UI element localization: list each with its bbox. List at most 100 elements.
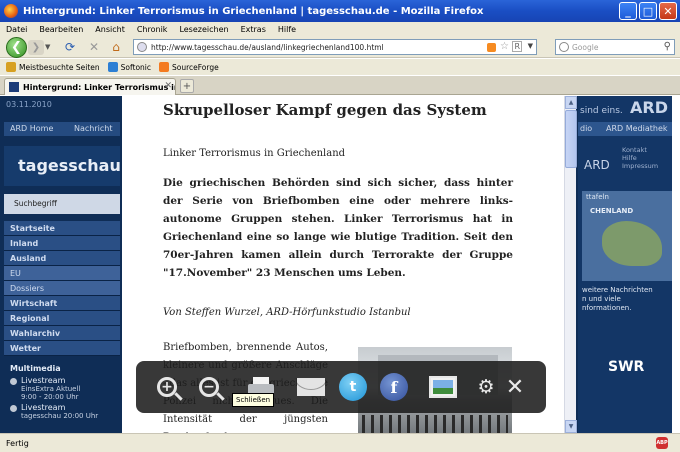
bg-claim: sind eins.: [580, 106, 623, 116]
bg-kontakt-links: Kontakt Hilfe Impressum: [622, 146, 658, 170]
tab-bar: Hintergrund: Linker Terrorismus in G... …: [0, 76, 680, 95]
bookmark-star-icon[interactable]: ☆: [500, 41, 509, 52]
bg-menu-wahlarchiv[interactable]: Wahlarchiv: [4, 326, 120, 341]
bg-logo[interactable]: tagesschau: [4, 146, 121, 186]
zoom-in-button[interactable]: +: [152, 372, 182, 402]
reload-icon[interactable]: ⟳: [62, 40, 78, 54]
google-icon: [559, 42, 569, 52]
twitter-icon: t: [339, 373, 367, 401]
reader-icon[interactable]: R: [512, 41, 522, 52]
livestream-sub: tagesschau 20:00 Uhr: [21, 412, 99, 420]
menu-lesezeichen[interactable]: Lesezeichen: [179, 25, 228, 34]
back-button[interactable]: ❮: [6, 37, 27, 58]
tab-close-icon[interactable]: ✕: [164, 81, 172, 91]
mail-button[interactable]: [296, 372, 326, 402]
bg-menu-eu[interactable]: EU: [4, 266, 120, 281]
menu-bar: Datei Bearbeiten Ansicht Chronik Lesezei…: [0, 22, 680, 36]
bg-link-kontakt[interactable]: Kontakt: [622, 146, 658, 154]
folder-icon: [6, 62, 16, 72]
window-controls: _ □ ✕: [619, 2, 677, 20]
bg-nav-nachrichten[interactable]: Nachricht: [74, 124, 112, 133]
bg-menu-wetter[interactable]: Wetter: [4, 341, 120, 356]
gear-icon: ⚙: [477, 376, 495, 398]
zoom-out-button[interactable]: −: [194, 372, 224, 402]
scroll-thumb[interactable]: [565, 110, 577, 168]
new-tab-button[interactable]: +: [180, 79, 194, 93]
menu-ansicht[interactable]: Ansicht: [95, 25, 125, 34]
mail-icon: [297, 378, 325, 396]
tagesschau-favicon-icon: [9, 82, 19, 92]
url-dropdown-icon[interactable]: ▼: [528, 42, 533, 50]
history-dropdown-icon[interactable]: ▼: [45, 43, 50, 51]
bg-search-field[interactable]: Suchbegriff: [4, 194, 120, 214]
bg-livestream-1[interactable]: Livestream EinsExtra Aktuell 9:00 - 20:0…: [10, 376, 120, 401]
home-icon[interactable]: ⌂: [108, 40, 124, 54]
menu-chronik[interactable]: Chronik: [137, 25, 168, 34]
bg-ard-logo[interactable]: ARD: [630, 98, 668, 117]
close-reader-button[interactable]: ✕: [500, 372, 530, 402]
vertical-scrollbar[interactable]: ▲ ▼: [564, 96, 577, 433]
bg-menu-dossiers[interactable]: Dossiers: [4, 281, 120, 296]
tab-active[interactable]: Hintergrund: Linker Terrorismus in G... …: [4, 78, 176, 95]
bg-menu-inland[interactable]: Inland: [4, 236, 120, 251]
article-author: Von Steffen Wurzel, ARD-Hörfunkstudio Is…: [163, 307, 411, 318]
bg-menu-ausland[interactable]: Ausland: [4, 251, 120, 266]
scroll-up-icon[interactable]: ▲: [565, 96, 577, 109]
stop-icon[interactable]: ✕: [86, 40, 102, 54]
bg-menu-regional[interactable]: Regional: [4, 311, 120, 326]
bg-link-impressum[interactable]: Impressum: [622, 162, 658, 170]
bg-nav-mediathek[interactable]: ARD Mediathek: [606, 124, 668, 133]
picture-button[interactable]: [428, 372, 458, 402]
picture-icon: [429, 376, 457, 398]
bookmark-softonic[interactable]: Softonic: [107, 62, 151, 72]
article-lead: Die griechischen Behörden sind sich sich…: [163, 177, 513, 279]
status-bar: Fertig ABP: [0, 433, 680, 452]
bg-multimedia: Multimedia Livestream EinsExtra Aktuell …: [10, 364, 120, 422]
facebook-icon: f: [380, 373, 408, 401]
bg-ard-small: ARD: [584, 158, 610, 172]
bg-livestream-2[interactable]: Livestream tagesschau 20:00 Uhr: [10, 403, 120, 420]
settings-button[interactable]: ⚙: [471, 372, 501, 402]
close-icon: ✕: [505, 374, 525, 400]
menu-hilfe[interactable]: Hilfe: [278, 25, 296, 34]
twitter-button[interactable]: t: [338, 372, 368, 402]
search-icon[interactable]: ⚲: [664, 41, 671, 52]
bg-menu-startseite[interactable]: Startseite: [4, 221, 120, 236]
bg-link-hilfe[interactable]: Hilfe: [622, 154, 658, 162]
bg-nav-radio[interactable]: dio: [580, 124, 592, 133]
bg-logo-text: tagesschau: [18, 156, 121, 175]
adblock-icon[interactable]: ABP: [656, 437, 668, 449]
rss-feed-icon[interactable]: [487, 43, 496, 52]
bg-map-teaser[interactable]: ttafeln CHENLAND: [582, 191, 672, 281]
forward-button[interactable]: ❯: [28, 40, 44, 55]
url-bar[interactable]: http://www.tagesschau.de/ausland/linkegr…: [133, 39, 537, 55]
play-icon: [10, 405, 17, 412]
livestream-time: 9:00 - 20:00 Uhr: [21, 393, 79, 401]
livestream-sub: EinsExtra Aktuell: [21, 385, 81, 393]
facebook-button[interactable]: f: [379, 372, 409, 402]
maximize-button[interactable]: □: [639, 2, 657, 20]
bookmark-meistbesuchte[interactable]: Meistbesuchte Seiten: [6, 62, 100, 72]
bg-swr-logo[interactable]: SWR: [608, 359, 644, 375]
bg-date: 03.11.2010: [6, 100, 52, 109]
tooltip: Schließen: [232, 393, 275, 407]
bookmarks-toolbar: Meistbesuchte Seiten Softonic SourceForg…: [0, 59, 680, 75]
bg-nav-ard-home[interactable]: ARD Home: [10, 124, 53, 133]
bg-multimedia-heading: Multimedia: [10, 364, 61, 373]
reader-toolbar: + − t f ⚙ ✕: [136, 361, 546, 413]
livestream-title: Livestream: [21, 403, 66, 412]
article-headline: Skrupelloser Kampf gegen das System: [163, 101, 487, 119]
menu-extras[interactable]: Extras: [241, 25, 266, 34]
search-bar[interactable]: Google ⚲: [555, 39, 675, 55]
scroll-down-icon[interactable]: ▼: [565, 420, 577, 433]
minimize-button[interactable]: _: [619, 2, 637, 20]
article-kicker: Linker Terrorismus in Griechenland: [163, 148, 346, 159]
bg-search-label: Suchbegriff: [14, 199, 57, 208]
menu-bearbeiten[interactable]: Bearbeiten: [39, 25, 83, 34]
bookmark-sourceforge[interactable]: SourceForge: [159, 62, 219, 72]
close-window-button[interactable]: ✕: [659, 2, 677, 20]
bg-menu-wirtschaft[interactable]: Wirtschaft: [4, 296, 120, 311]
sourceforge-icon: [159, 62, 169, 72]
menu-datei[interactable]: Datei: [6, 25, 27, 34]
zoom-out-icon: −: [199, 377, 219, 397]
